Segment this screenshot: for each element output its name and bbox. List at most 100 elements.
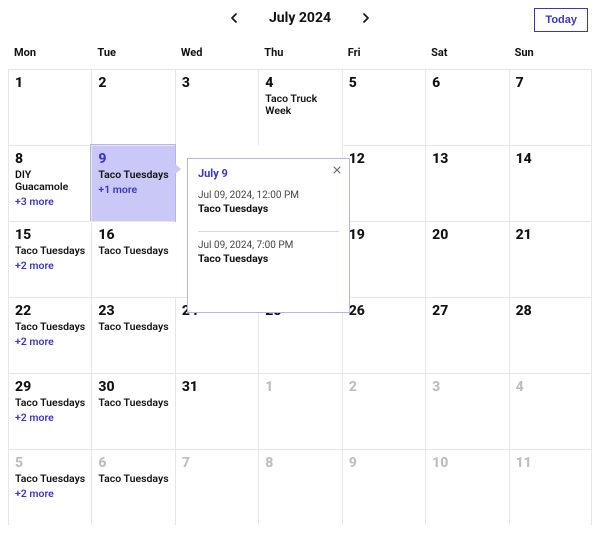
- day-number: 3: [182, 76, 252, 90]
- day-of-week-header: Sat: [425, 40, 508, 69]
- calendar-cell[interactable]: 1: [8, 69, 91, 145]
- day-number: 8: [15, 152, 85, 166]
- calendar-cell[interactable]: 7: [509, 69, 592, 145]
- calendar-cell[interactable]: 3: [175, 69, 258, 145]
- more-events-link[interactable]: +2 more: [15, 487, 85, 500]
- calendar-cell[interactable]: 6: [425, 69, 508, 145]
- more-events-link[interactable]: +2 more: [15, 259, 85, 272]
- calendar-cell[interactable]: 30 Taco Tuesdays: [91, 373, 174, 449]
- calendar-cell[interactable]: 11: [509, 449, 592, 525]
- day-number: 31: [182, 380, 252, 394]
- day-number: 3: [432, 380, 502, 394]
- popover-event-name: Taco Tuesdays: [198, 252, 339, 265]
- day-number: 7: [182, 456, 252, 470]
- popover-title: July 9: [198, 167, 339, 180]
- calendar-cell[interactable]: 28: [509, 297, 592, 373]
- day-number: 10: [432, 456, 502, 470]
- day-number: 15: [15, 228, 85, 242]
- more-events-link[interactable]: +2 more: [15, 335, 85, 348]
- calendar-cell[interactable]: 4Taco Truck Week: [258, 69, 341, 145]
- calendar-cell[interactable]: 23Taco Tuesdays: [91, 297, 174, 373]
- day-number: 29: [15, 380, 85, 394]
- calendar-cell[interactable]: 15 Taco Tuesdays +2 more: [8, 221, 91, 297]
- calendar-event[interactable]: Taco Tuesdays: [98, 473, 168, 485]
- day-of-week-header: Fri: [342, 40, 425, 69]
- prev-month-button[interactable]: [227, 11, 241, 25]
- calendar-cell[interactable]: 8 DIY Guacamole +3 more: [8, 145, 91, 221]
- calendar-cell[interactable]: 13: [425, 145, 508, 221]
- day-number: 11: [516, 456, 585, 470]
- day-number: 7: [516, 76, 585, 90]
- calendar-header: July 2024 Today: [0, 0, 600, 40]
- calendar-event[interactable]: Taco Tuesdays: [98, 245, 168, 257]
- more-events-link[interactable]: +3 more: [15, 195, 85, 208]
- calendar-cell[interactable]: 2: [91, 69, 174, 145]
- day-of-week-header: Mon: [8, 40, 91, 69]
- calendar-cell[interactable]: 31: [175, 373, 258, 449]
- calendar-cell[interactable]: 9: [342, 449, 425, 525]
- calendar-cell[interactable]: 14: [509, 145, 592, 221]
- calendar-cell[interactable]: 19: [342, 221, 425, 297]
- day-number: 2: [349, 380, 419, 394]
- day-of-week-header: Thu: [258, 40, 341, 69]
- calendar-cell[interactable]: 22Taco Tuesdays+2 more: [8, 297, 91, 373]
- calendar-event[interactable]: Taco Tuesdays: [15, 245, 85, 257]
- popover-event[interactable]: Jul 09, 2024, 7:00 PMTaco Tuesdays: [198, 231, 339, 273]
- day-number: 12: [349, 152, 419, 166]
- calendar-cell[interactable]: 29 Taco Tuesdays +2 more: [8, 373, 91, 449]
- calendar-cell[interactable]: 21: [509, 221, 592, 297]
- day-number: 1: [15, 76, 85, 90]
- calendar-event[interactable]: Taco Tuesdays: [15, 473, 85, 485]
- calendar-cell[interactable]: 2: [342, 373, 425, 449]
- calendar-event[interactable]: Taco Tuesdays: [98, 169, 168, 181]
- day-number: 1: [265, 380, 335, 394]
- calendar-event[interactable]: DIY Guacamole: [15, 169, 85, 193]
- day-number: 27: [432, 304, 502, 318]
- day-number: 9: [98, 152, 168, 166]
- calendar-cell[interactable]: 16 Taco Tuesdays: [91, 221, 174, 297]
- popover-close-button[interactable]: [331, 164, 343, 176]
- today-button[interactable]: Today: [534, 8, 588, 32]
- calendar-cell[interactable]: 6 Taco Tuesdays: [91, 449, 174, 525]
- calendar-event[interactable]: Taco Tuesdays: [98, 321, 168, 333]
- calendar-cell[interactable]: 26: [342, 297, 425, 373]
- popover-event-time: Jul 09, 2024, 7:00 PM: [198, 240, 339, 251]
- calendar-cell[interactable]: 3: [425, 373, 508, 449]
- more-events-link[interactable]: +1 more: [98, 183, 168, 196]
- calendar-cell[interactable]: 4: [509, 373, 592, 449]
- day-number: 2: [98, 76, 168, 90]
- day-of-week-header: Sun: [509, 40, 592, 69]
- popover-event[interactable]: Jul 09, 2024, 12:00 PMTaco Tuesdays: [198, 190, 339, 223]
- calendar-cell[interactable]: 12: [342, 145, 425, 221]
- day-number: 9: [349, 456, 419, 470]
- day-number: 16: [98, 228, 168, 242]
- calendar-cell[interactable]: 10: [425, 449, 508, 525]
- calendar-event[interactable]: Taco Tuesdays: [15, 321, 85, 333]
- day-number: 6: [432, 76, 502, 90]
- day-number: 28: [516, 304, 585, 318]
- calendar-event[interactable]: Taco Truck Week: [265, 93, 335, 117]
- calendar-event[interactable]: Taco Tuesdays: [15, 397, 85, 409]
- day-number: 19: [349, 228, 419, 242]
- day-number: 26: [349, 304, 419, 318]
- more-events-link[interactable]: +2 more: [15, 411, 85, 424]
- calendar-cell[interactable]: 1: [258, 373, 341, 449]
- day-number: 30: [98, 380, 168, 394]
- day-number: 21: [516, 228, 585, 242]
- day-number: 5: [15, 456, 85, 470]
- calendar-cell[interactable]: 5: [342, 69, 425, 145]
- calendar-cell[interactable]: 8: [258, 449, 341, 525]
- day-number: 14: [516, 152, 585, 166]
- month-title: July 2024: [269, 10, 331, 26]
- calendar-cell[interactable]: 9 Taco Tuesdays +1 more: [91, 145, 174, 221]
- calendar-cell[interactable]: 20: [425, 221, 508, 297]
- popover-event-time: Jul 09, 2024, 12:00 PM: [198, 190, 339, 201]
- calendar-cell[interactable]: 27: [425, 297, 508, 373]
- day-number: 5: [349, 76, 419, 90]
- day-number: 6: [98, 456, 168, 470]
- calendar-event[interactable]: Taco Tuesdays: [98, 397, 168, 409]
- calendar-cell[interactable]: 5 Taco Tuesdays +2 more: [8, 449, 91, 525]
- next-month-button[interactable]: [359, 11, 373, 25]
- day-of-week-header: Wed: [175, 40, 258, 69]
- calendar-cell[interactable]: 7: [175, 449, 258, 525]
